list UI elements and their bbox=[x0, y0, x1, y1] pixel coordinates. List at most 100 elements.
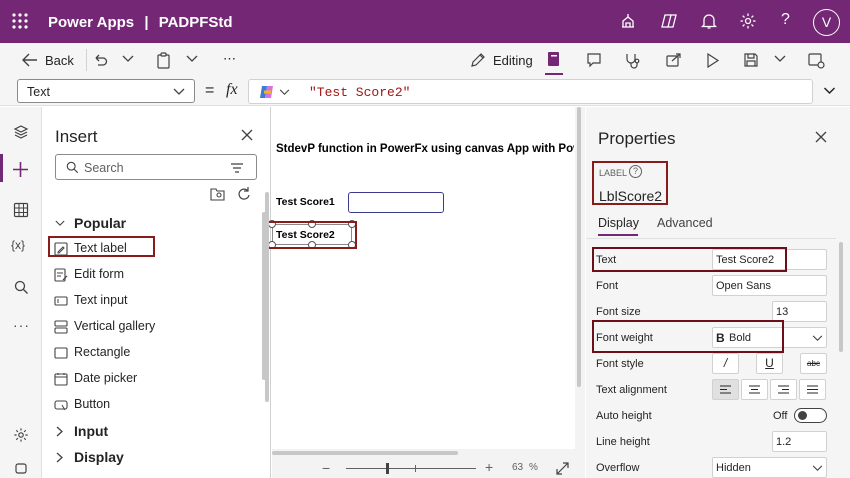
save-icon[interactable] bbox=[743, 52, 759, 68]
tree-view-icon[interactable] bbox=[546, 51, 562, 69]
variables-icon[interactable]: {x} bbox=[11, 238, 25, 252]
close-properties-icon[interactable] bbox=[815, 131, 827, 143]
property-dropdown[interactable]: Text bbox=[17, 79, 195, 103]
notifications-icon[interactable] bbox=[700, 12, 718, 30]
text-input-score1[interactable] bbox=[348, 192, 444, 213]
search-rail-icon[interactable] bbox=[14, 280, 29, 295]
expand-formula-chevron-icon[interactable] bbox=[823, 87, 836, 95]
copilot-formula-icon[interactable] bbox=[259, 84, 275, 100]
prop-row-line-height: Line height 1.2 bbox=[586, 429, 836, 455]
align-justify-icon[interactable] bbox=[799, 379, 826, 400]
app-checker-icon[interactable] bbox=[624, 52, 641, 69]
calendar-icon bbox=[54, 373, 68, 386]
refresh-icon[interactable] bbox=[236, 186, 251, 201]
user-avatar[interactable]: V bbox=[813, 9, 840, 36]
label-test-score1[interactable]: Test Score1 bbox=[276, 196, 335, 208]
insert-item-text-input[interactable]: Text input bbox=[42, 288, 257, 314]
app-launcher-icon[interactable] bbox=[12, 13, 28, 29]
italic-button[interactable]: / bbox=[712, 353, 739, 374]
button-icon bbox=[54, 400, 68, 411]
align-center-icon[interactable] bbox=[741, 379, 768, 400]
line-height-input[interactable]: 1.2 bbox=[772, 431, 827, 452]
tab-display[interactable]: Display bbox=[598, 216, 639, 230]
group-display[interactable]: Display bbox=[42, 445, 257, 471]
title-separator: | bbox=[144, 14, 149, 31]
play-icon[interactable] bbox=[706, 53, 720, 68]
highlight-font-weight-row bbox=[592, 320, 784, 353]
insert-item-vertical-gallery[interactable]: Vertical gallery bbox=[42, 314, 257, 340]
fit-to-window-icon[interactable] bbox=[556, 462, 569, 475]
align-left-icon[interactable] bbox=[712, 379, 739, 400]
search-input[interactable]: Search bbox=[55, 154, 257, 180]
prop-row-font: Font Open Sans bbox=[586, 273, 836, 299]
underline-button[interactable]: U bbox=[756, 353, 783, 374]
data-table-icon[interactable] bbox=[13, 202, 29, 218]
back-label: Back bbox=[45, 53, 74, 68]
paste-chevron-down-icon[interactable] bbox=[186, 55, 198, 63]
undo-chevron-down-icon[interactable] bbox=[122, 55, 134, 63]
zoom-slider-thumb[interactable] bbox=[386, 463, 389, 474]
formula-bar: Text = fx "Test Score2" bbox=[0, 78, 850, 106]
zoom-in-icon[interactable]: + bbox=[485, 459, 493, 475]
prop-row-font-style: Font style / U abc bbox=[586, 351, 836, 377]
chevron-right-icon bbox=[56, 426, 63, 437]
tree-view-layers-icon[interactable] bbox=[13, 124, 29, 140]
publish-icon[interactable] bbox=[808, 52, 825, 69]
font-size-input[interactable]: 13 bbox=[772, 301, 827, 322]
insert-item-label: Button bbox=[74, 397, 111, 411]
prop-label: Line height bbox=[596, 436, 650, 448]
settings-icon[interactable] bbox=[739, 12, 757, 30]
group-popular[interactable]: Popular bbox=[42, 211, 257, 237]
prop-label: Text alignment bbox=[596, 384, 667, 396]
help-icon[interactable]: ? bbox=[781, 11, 790, 29]
undo-icon[interactable] bbox=[92, 52, 108, 68]
copilot-icon[interactable] bbox=[660, 12, 678, 30]
settings-rail-icon[interactable] bbox=[13, 427, 29, 443]
filter-icon[interactable] bbox=[230, 163, 244, 173]
insert-item-date-picker[interactable]: Date picker bbox=[42, 366, 257, 392]
screen-title-label[interactable]: StdevP function in PowerFx using canvas … bbox=[276, 143, 574, 155]
zoom-out-icon[interactable]: − bbox=[322, 460, 330, 476]
properties-scrollbar[interactable] bbox=[839, 242, 843, 352]
auto-height-toggle[interactable] bbox=[794, 408, 827, 423]
zoom-bar: − + 63 % bbox=[272, 459, 585, 478]
canvas-h-scrollbar[interactable] bbox=[272, 451, 458, 455]
insert-item-rectangle[interactable]: Rectangle bbox=[42, 340, 257, 366]
folder-search-icon[interactable] bbox=[210, 187, 226, 201]
save-chevron-down-icon[interactable] bbox=[774, 55, 786, 63]
environment-icon[interactable] bbox=[619, 12, 637, 30]
more-rail-icon[interactable]: ··· bbox=[13, 317, 30, 333]
comment-icon[interactable] bbox=[586, 52, 602, 68]
chevron-down-icon bbox=[55, 220, 65, 226]
toggle-knob bbox=[798, 411, 807, 420]
search-placeholder: Search bbox=[84, 161, 124, 175]
close-icon[interactable] bbox=[241, 129, 253, 141]
align-right-icon[interactable] bbox=[770, 379, 797, 400]
overflow-dropdown[interactable]: Hidden bbox=[712, 457, 827, 478]
command-bar: Back ⋯ Editing bbox=[0, 43, 850, 78]
copilot-chevron-down-icon[interactable] bbox=[279, 89, 290, 96]
chevron-down-icon bbox=[173, 88, 185, 95]
more-commands-button[interactable]: ⋯ bbox=[223, 51, 236, 67]
insert-plus-icon[interactable] bbox=[12, 161, 29, 178]
formula-input[interactable]: "Test Score2" bbox=[248, 79, 813, 104]
divider bbox=[86, 49, 87, 71]
prop-value: Hidden bbox=[716, 462, 751, 474]
tab-advanced[interactable]: Advanced bbox=[657, 216, 713, 230]
insert-item-edit-form[interactable]: Edit form bbox=[42, 262, 257, 288]
canvas-left-scrollbar[interactable] bbox=[265, 192, 269, 402]
paste-icon[interactable] bbox=[156, 52, 172, 69]
group-display-label: Display bbox=[74, 449, 124, 465]
canvas-area: StdevP function in PowerFx using canvas … bbox=[265, 107, 585, 478]
share-icon[interactable] bbox=[666, 52, 682, 68]
insert-item-button[interactable]: Button bbox=[42, 392, 257, 418]
canvas-scrollbar[interactable] bbox=[577, 107, 581, 387]
power-virtual-agents-icon[interactable] bbox=[14, 462, 28, 476]
app-screen[interactable]: StdevP function in PowerFx using canvas … bbox=[265, 107, 575, 449]
strikethrough-button[interactable]: abc bbox=[800, 353, 827, 374]
left-rail: {x} ··· bbox=[0, 107, 42, 478]
font-dropdown[interactable]: Open Sans bbox=[712, 275, 827, 296]
group-input[interactable]: Input bbox=[42, 419, 257, 445]
insert-item-label: Date picker bbox=[74, 371, 138, 385]
zoom-slider[interactable] bbox=[346, 468, 476, 469]
